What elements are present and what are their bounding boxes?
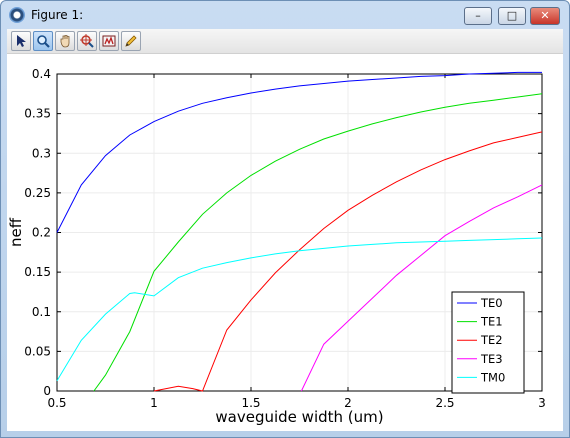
x-tick-label: 2.5 [435,396,454,410]
y-tick-label: 0.2 [32,226,51,240]
pencil-icon [125,35,137,47]
line-plot[interactable]: 0.5 1 1.5 2 2.5 300.050.10.150.20.250.30.350.… [7,54,563,431]
y-tick-label: 0.1 [32,305,51,319]
legend-entry: TE0 [480,296,503,310]
figure-toolbar [7,29,563,54]
legend-entry: TE2 [480,333,503,347]
legend-entry: TE3 [480,352,503,366]
y-tick-label: 0.3 [32,146,51,160]
legend-entry: TM0 [480,370,505,384]
x-tick-label: 3 [538,396,546,410]
pan-tool-button[interactable] [55,31,75,51]
legend-entry: TE1 [480,315,503,329]
brush-icon [102,35,116,47]
minimize-button[interactable]: – [464,7,492,25]
y-tick-label: 0.15 [24,265,51,279]
y-tick-label: 0.35 [24,107,51,121]
crosshair-icon [80,34,94,48]
hand-icon [60,35,70,48]
figure-window: Figure 1: – □ ✕ 0.5 1 1.5 2 2.5 3 0 0.05… [0,0,570,438]
y-tick-label: 0 [43,384,51,398]
brush-tool-button[interactable] [99,31,119,51]
x-tick-label: 0.5 [47,396,66,410]
title-bar[interactable]: Figure 1: – □ ✕ [1,1,569,29]
pointer-tool-button[interactable] [11,31,31,51]
magnifier-icon [37,35,50,48]
y-tick-label: 0.25 [24,186,51,200]
x-tick-label: 1 [150,396,158,410]
close-button[interactable]: ✕ [530,7,560,25]
arrow-pointer-icon [17,35,26,47]
figure-app-icon [9,7,25,23]
y-tick-label: 0.05 [24,344,51,358]
zoom-tool-button[interactable] [33,31,53,51]
x-axis-label: waveguide width (um) [215,408,383,426]
window-title: Figure 1: [31,8,84,22]
y-axis-label: neff [7,217,25,247]
datatip-tool-button[interactable] [77,31,97,51]
edit-tool-button[interactable] [121,31,141,51]
figure-client-area: 0.5 1 1.5 2 2.5 3 0 0.05 0.1 0.15 0.2 0.25 0.3 0.35 0.… [7,29,563,431]
chart-legend[interactable]: TE0 TE1 TE2 TE3 TM0 [451,291,525,394]
maximize-button[interactable]: □ [498,7,526,25]
y-tick-label: 0.4 [32,67,51,81]
